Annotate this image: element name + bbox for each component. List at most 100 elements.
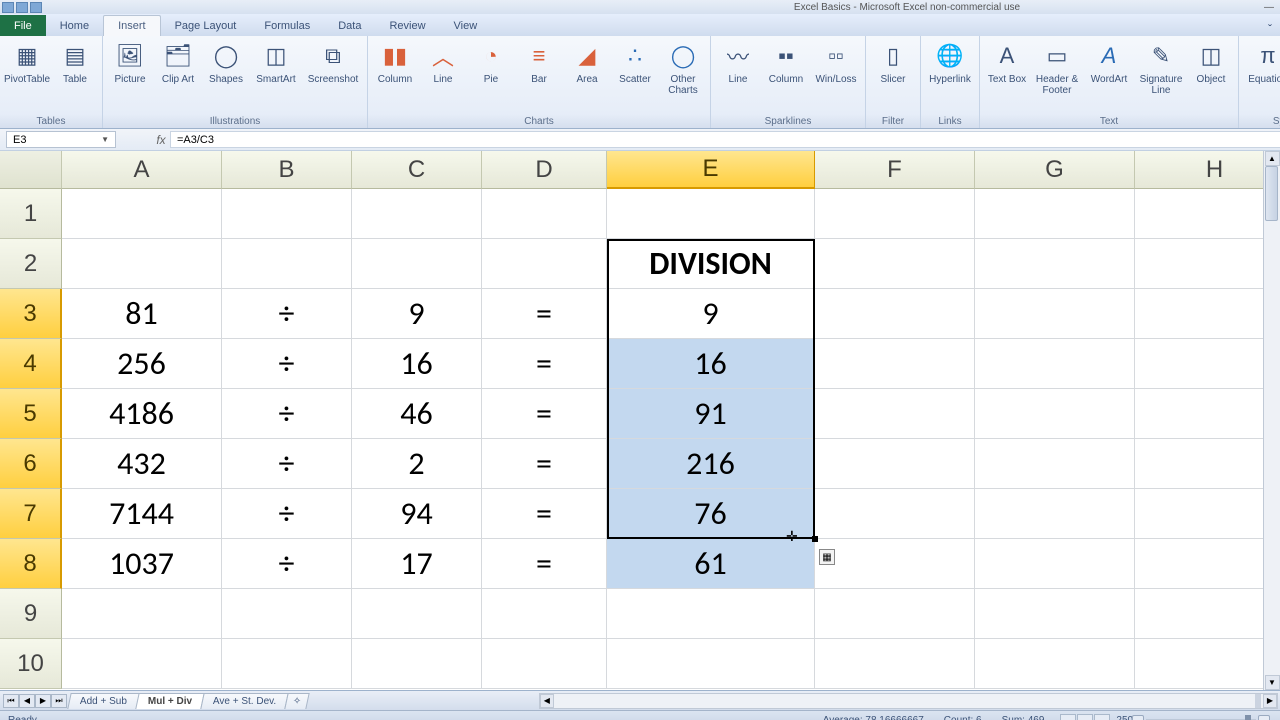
cell-H1[interactable] (1135, 189, 1280, 239)
hscroll-splitter[interactable] (1255, 694, 1261, 708)
hyperlink-button[interactable]: 🌐Hyperlink (925, 38, 975, 87)
cell-F10[interactable] (815, 639, 975, 689)
fx-icon[interactable]: fx (152, 133, 170, 147)
cell-C10[interactable] (352, 639, 482, 689)
row-header-4[interactable]: 4 (0, 339, 62, 389)
minimize-icon[interactable]: — (1264, 2, 1274, 13)
shapes-button[interactable]: ◯Shapes (203, 38, 249, 87)
object-button[interactable]: ◫Object (1188, 38, 1234, 87)
col-header-E[interactable]: E (607, 151, 815, 189)
cell-G1[interactable] (975, 189, 1135, 239)
cell-G4[interactable] (975, 339, 1135, 389)
undo-icon[interactable] (30, 2, 42, 13)
cell-G10[interactable] (975, 639, 1135, 689)
cell-B6[interactable]: ÷ (222, 439, 352, 489)
tab-insert[interactable]: Insert (103, 15, 161, 36)
wordart-button[interactable]: AWordArt (1084, 38, 1134, 87)
select-all-corner[interactable] (0, 151, 62, 189)
cell-B2[interactable] (222, 239, 352, 289)
cell-G7[interactable] (975, 489, 1135, 539)
cell-E2[interactable]: DIVISION (607, 239, 815, 289)
spark-column-button[interactable]: ▪▪Column (763, 38, 809, 87)
picture-button[interactable]: 🖼Picture (107, 38, 153, 87)
cell-D2[interactable] (482, 239, 607, 289)
vertical-scrollbar[interactable]: ▲ ▼ (1263, 151, 1280, 690)
cell-B3[interactable]: ÷ (222, 289, 352, 339)
formula-input[interactable]: =A3/C3 (170, 131, 1280, 148)
cell-F4[interactable] (815, 339, 975, 389)
row-header-1[interactable]: 1 (0, 189, 62, 239)
name-box[interactable]: E3 ▼ (6, 131, 116, 148)
table-button[interactable]: ▤Table (52, 38, 98, 87)
screenshot-button[interactable]: ⧉Screenshot (303, 38, 363, 87)
tab-home[interactable]: Home (46, 16, 103, 36)
cell-E7[interactable]: 76 (607, 489, 815, 539)
cell-H7[interactable] (1135, 489, 1280, 539)
spark-winloss-button[interactable]: ▫▫Win/Loss (811, 38, 861, 87)
cell-F7[interactable] (815, 489, 975, 539)
cell-D10[interactable] (482, 639, 607, 689)
view-pagebreak-button[interactable] (1094, 714, 1110, 720)
tab-page-layout[interactable]: Page Layout (161, 16, 251, 36)
tab-nav-last-icon[interactable]: ⏭ (51, 694, 67, 708)
cell-H6[interactable] (1135, 439, 1280, 489)
bar-chart-button[interactable]: ≡Bar (516, 38, 562, 87)
cell-C8[interactable]: 17 (352, 539, 482, 589)
smartart-button[interactable]: ◫SmartArt (251, 38, 301, 87)
cell-C3[interactable]: 9 (352, 289, 482, 339)
row-header-3[interactable]: 3 (0, 289, 62, 339)
zoom-thumb[interactable] (1245, 715, 1251, 720)
ribbon-minimize-icon[interactable]: ˇ (1260, 22, 1280, 36)
cell-A10[interactable] (62, 639, 222, 689)
row-header-10[interactable]: 10 (0, 639, 62, 689)
cell-B7[interactable]: ÷ (222, 489, 352, 539)
cell-G6[interactable] (975, 439, 1135, 489)
save-icon[interactable] (16, 2, 28, 13)
cell-E10[interactable] (607, 639, 815, 689)
cell-H5[interactable] (1135, 389, 1280, 439)
cell-D7[interactable]: = (482, 489, 607, 539)
worksheet[interactable]: ABCDEFGH12DIVISION381÷9=94256÷16=1654186… (0, 151, 1280, 690)
tab-review[interactable]: Review (375, 16, 439, 36)
view-normal-button[interactable] (1060, 714, 1076, 720)
hscroll-right-icon[interactable]: ▶ (1263, 694, 1277, 708)
cell-A8[interactable]: 1037 (62, 539, 222, 589)
sheet-tab-muldiv[interactable]: Mul + Div (135, 693, 205, 709)
cell-B1[interactable] (222, 189, 352, 239)
column-chart-button[interactable]: ▮▮Column (372, 38, 418, 87)
cell-H9[interactable] (1135, 589, 1280, 639)
equation-button[interactable]: πEquation (1243, 38, 1280, 87)
sheet-tab-addsub[interactable]: Add + Sub (67, 693, 139, 709)
cell-D1[interactable] (482, 189, 607, 239)
cell-A6[interactable]: 432 (62, 439, 222, 489)
cell-F1[interactable] (815, 189, 975, 239)
cell-B9[interactable] (222, 589, 352, 639)
cell-D6[interactable]: = (482, 439, 607, 489)
cell-A7[interactable]: 7144 (62, 489, 222, 539)
row-header-6[interactable]: 6 (0, 439, 62, 489)
cell-A4[interactable]: 256 (62, 339, 222, 389)
tab-view[interactable]: View (440, 16, 492, 36)
cell-H3[interactable] (1135, 289, 1280, 339)
cell-G3[interactable] (975, 289, 1135, 339)
cell-C2[interactable] (352, 239, 482, 289)
cell-A3[interactable]: 81 (62, 289, 222, 339)
cell-E5[interactable]: 91 (607, 389, 815, 439)
hscroll-left-icon[interactable]: ◀ (540, 694, 554, 708)
spark-line-button[interactable]: 〰Line (715, 38, 761, 87)
cell-G5[interactable] (975, 389, 1135, 439)
row-header-9[interactable]: 9 (0, 589, 62, 639)
scroll-thumb[interactable] (1265, 166, 1278, 221)
new-sheet-button[interactable]: ✧ (285, 693, 311, 709)
cell-G8[interactable] (975, 539, 1135, 589)
cell-A5[interactable]: 4186 (62, 389, 222, 439)
cell-D3[interactable]: = (482, 289, 607, 339)
cell-C4[interactable]: 16 (352, 339, 482, 389)
col-header-H[interactable]: H (1135, 151, 1280, 189)
cell-C9[interactable] (352, 589, 482, 639)
row-header-5[interactable]: 5 (0, 389, 62, 439)
cell-D5[interactable]: = (482, 389, 607, 439)
col-header-A[interactable]: A (62, 151, 222, 189)
scroll-up-icon[interactable]: ▲ (1265, 151, 1280, 166)
cell-D4[interactable]: = (482, 339, 607, 389)
